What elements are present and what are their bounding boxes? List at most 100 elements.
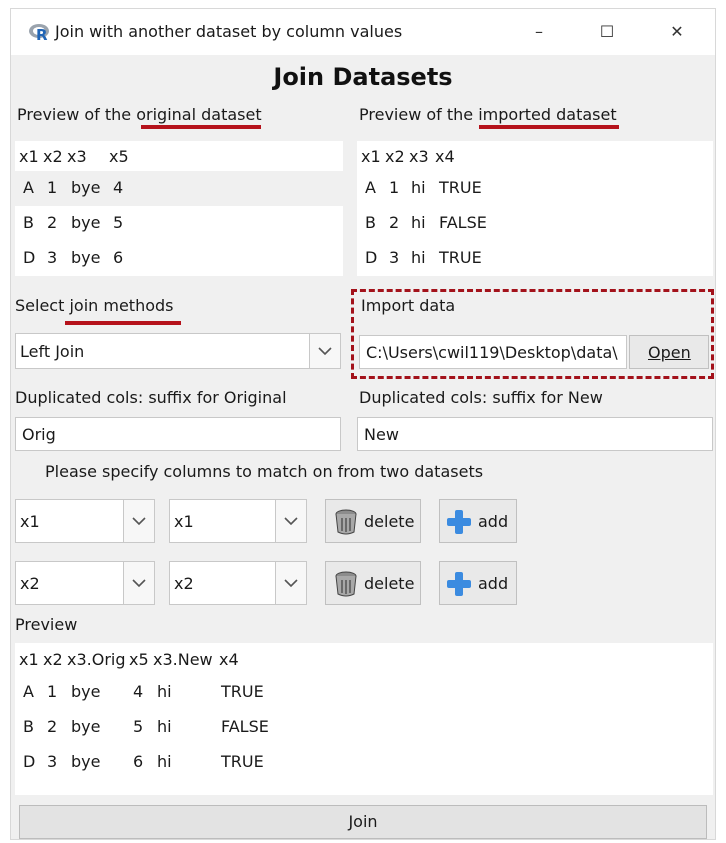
table-cell: 5: [113, 213, 124, 232]
table-cell: 3: [389, 248, 400, 267]
maximize-button[interactable]: ☐: [585, 19, 629, 45]
table-row: A 1 bye 4 hi TRUE: [15, 675, 713, 710]
table-cell: hi: [157, 752, 172, 771]
imported-preview-table: x1 x2 x3 x4 A 1 hi TRUE B 2 hi FALSE D 3…: [357, 141, 713, 279]
table-cell: D: [23, 248, 36, 267]
table-header: x1 x2 x3.Orig x5 x3.New x4: [15, 643, 713, 673]
column-header: x5: [109, 147, 129, 166]
chevron-down-icon[interactable]: [309, 334, 340, 368]
table-cell: bye: [71, 717, 101, 736]
match-right-value: x1: [174, 512, 194, 531]
delete-button-label: delete: [364, 512, 415, 531]
join-method-select[interactable]: Left Join: [15, 333, 341, 369]
column-header: x1: [19, 147, 39, 166]
table-cell: bye: [71, 178, 101, 197]
table-cell: hi: [411, 248, 426, 267]
import-path-field[interactable]: C:\Users\cwil119\Desktop\data\: [359, 335, 627, 369]
table-cell: 2: [47, 213, 58, 232]
delete-button-label: delete: [364, 574, 415, 593]
title-bar: R Join with another dataset by column va…: [11, 9, 715, 55]
column-header: x2: [385, 147, 405, 166]
table-cell: FALSE: [439, 213, 487, 232]
window-title: Join with another dataset by column valu…: [55, 22, 403, 41]
import-data-label: Import data: [361, 296, 456, 315]
suffix-original-label: Duplicated cols: suffix for Original: [15, 388, 287, 407]
suffix-original-value: Orig: [22, 425, 56, 444]
suffix-new-value: New: [364, 425, 399, 444]
column-header: x4: [219, 650, 239, 669]
chevron-down-icon[interactable]: [123, 562, 154, 604]
close-button[interactable]: ✕: [655, 19, 699, 45]
table-cell: hi: [157, 717, 172, 736]
table-cell: 1: [47, 178, 58, 197]
chevron-down-icon[interactable]: [123, 500, 154, 542]
table-cell: TRUE: [221, 682, 264, 701]
match-left-select[interactable]: x2: [15, 561, 155, 605]
label-underlined: original dataset: [136, 105, 262, 124]
join-method-value: Left Join: [20, 342, 85, 361]
imported-preview-label: Preview of the imported dataset: [359, 105, 617, 124]
table-cell: A: [365, 178, 376, 197]
table-cell: 4: [113, 178, 124, 197]
match-instruction: Please specify columns to match on from …: [45, 462, 484, 481]
original-preview-label: Preview of the original dataset: [17, 105, 262, 124]
column-header: x3: [67, 147, 87, 166]
match-left-value: x2: [20, 574, 40, 593]
table-cell: 3: [47, 752, 58, 771]
table-cell: TRUE: [221, 752, 264, 771]
minimize-button[interactable]: –: [517, 19, 561, 45]
add-button[interactable]: add: [439, 561, 517, 605]
column-header: x1: [361, 147, 381, 166]
table-row: D 3 bye 6: [15, 241, 343, 276]
match-right-value: x2: [174, 574, 194, 593]
label-underlined: join methods: [69, 296, 174, 315]
join-button[interactable]: Join: [19, 805, 707, 839]
suffix-original-input[interactable]: Orig: [15, 417, 341, 451]
column-header: x5: [129, 650, 149, 669]
delete-button[interactable]: delete: [325, 499, 421, 543]
table-row: A 1 bye 4: [15, 171, 343, 206]
table-cell: 3: [47, 248, 58, 267]
column-header: x2: [43, 147, 63, 166]
delete-button[interactable]: delete: [325, 561, 421, 605]
chevron-down-icon[interactable]: [275, 500, 306, 542]
column-header: x4: [435, 147, 455, 166]
annotation-underline: [479, 125, 619, 129]
table-cell: 1: [47, 682, 58, 701]
table-cell: 2: [47, 717, 58, 736]
trash-can-icon: [335, 509, 357, 535]
plus-icon: [447, 572, 471, 596]
join-method-label: Select join methods: [15, 296, 173, 315]
table-cell: B: [23, 213, 34, 232]
import-path-value: C:\Users\cwil119\Desktop\data\: [366, 343, 618, 362]
match-right-select[interactable]: x1: [169, 499, 307, 543]
label-prefix: Select: [15, 296, 70, 315]
open-button[interactable]: Open: [629, 335, 709, 369]
label-prefix: Preview of the: [17, 105, 137, 124]
original-preview-table: x1 x2 x3 x5 A 1 bye 4 B 2 bye 5 D 3 bye …: [15, 141, 343, 279]
column-header: x3.New: [153, 650, 213, 669]
annotation-underline: [141, 125, 261, 129]
table-cell: bye: [71, 682, 101, 701]
chevron-down-icon[interactable]: [275, 562, 306, 604]
column-header: x3.Orig: [67, 650, 126, 669]
table-row: B 2 bye 5 hi FALSE: [15, 710, 713, 745]
suffix-new-label: Duplicated cols: suffix for New: [359, 388, 603, 407]
suffix-new-input[interactable]: New: [357, 417, 713, 451]
table-header: x1 x2 x3 x5: [15, 141, 343, 171]
table-cell: hi: [157, 682, 172, 701]
match-left-select[interactable]: x1: [15, 499, 155, 543]
table-cell: hi: [411, 213, 426, 232]
table-cell: D: [365, 248, 378, 267]
add-button[interactable]: add: [439, 499, 517, 543]
table-cell: 6: [113, 248, 124, 267]
table-cell: 2: [389, 213, 400, 232]
table-row: A 1 hi TRUE: [357, 171, 713, 206]
table-cell: B: [23, 717, 34, 736]
annotation-underline: [65, 321, 181, 325]
table-cell: TRUE: [439, 178, 482, 197]
table-row: B 2 bye 5: [15, 206, 343, 241]
add-button-label: add: [478, 574, 509, 593]
dialog-window: R Join with another dataset by column va…: [10, 8, 716, 840]
match-right-select[interactable]: x2: [169, 561, 307, 605]
